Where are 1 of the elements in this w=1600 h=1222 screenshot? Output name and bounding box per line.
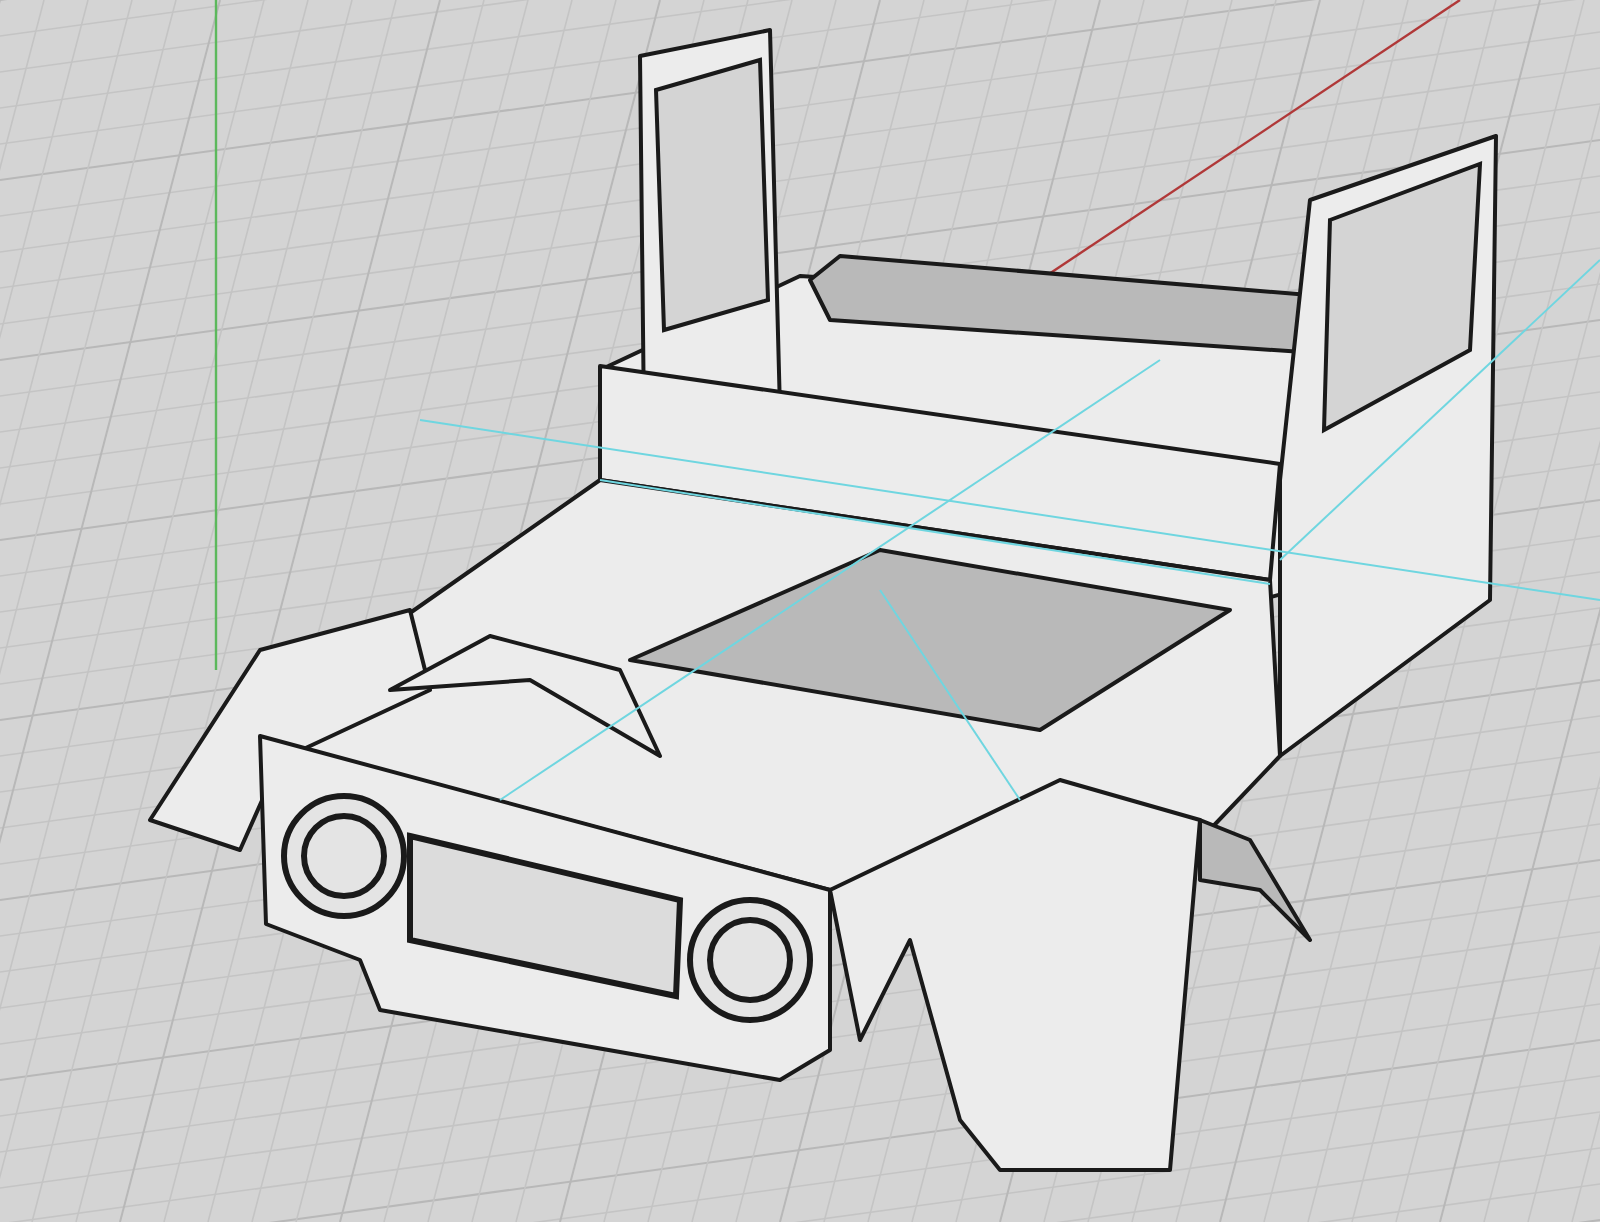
- 3d-viewport[interactable]: [0, 0, 1600, 1222]
